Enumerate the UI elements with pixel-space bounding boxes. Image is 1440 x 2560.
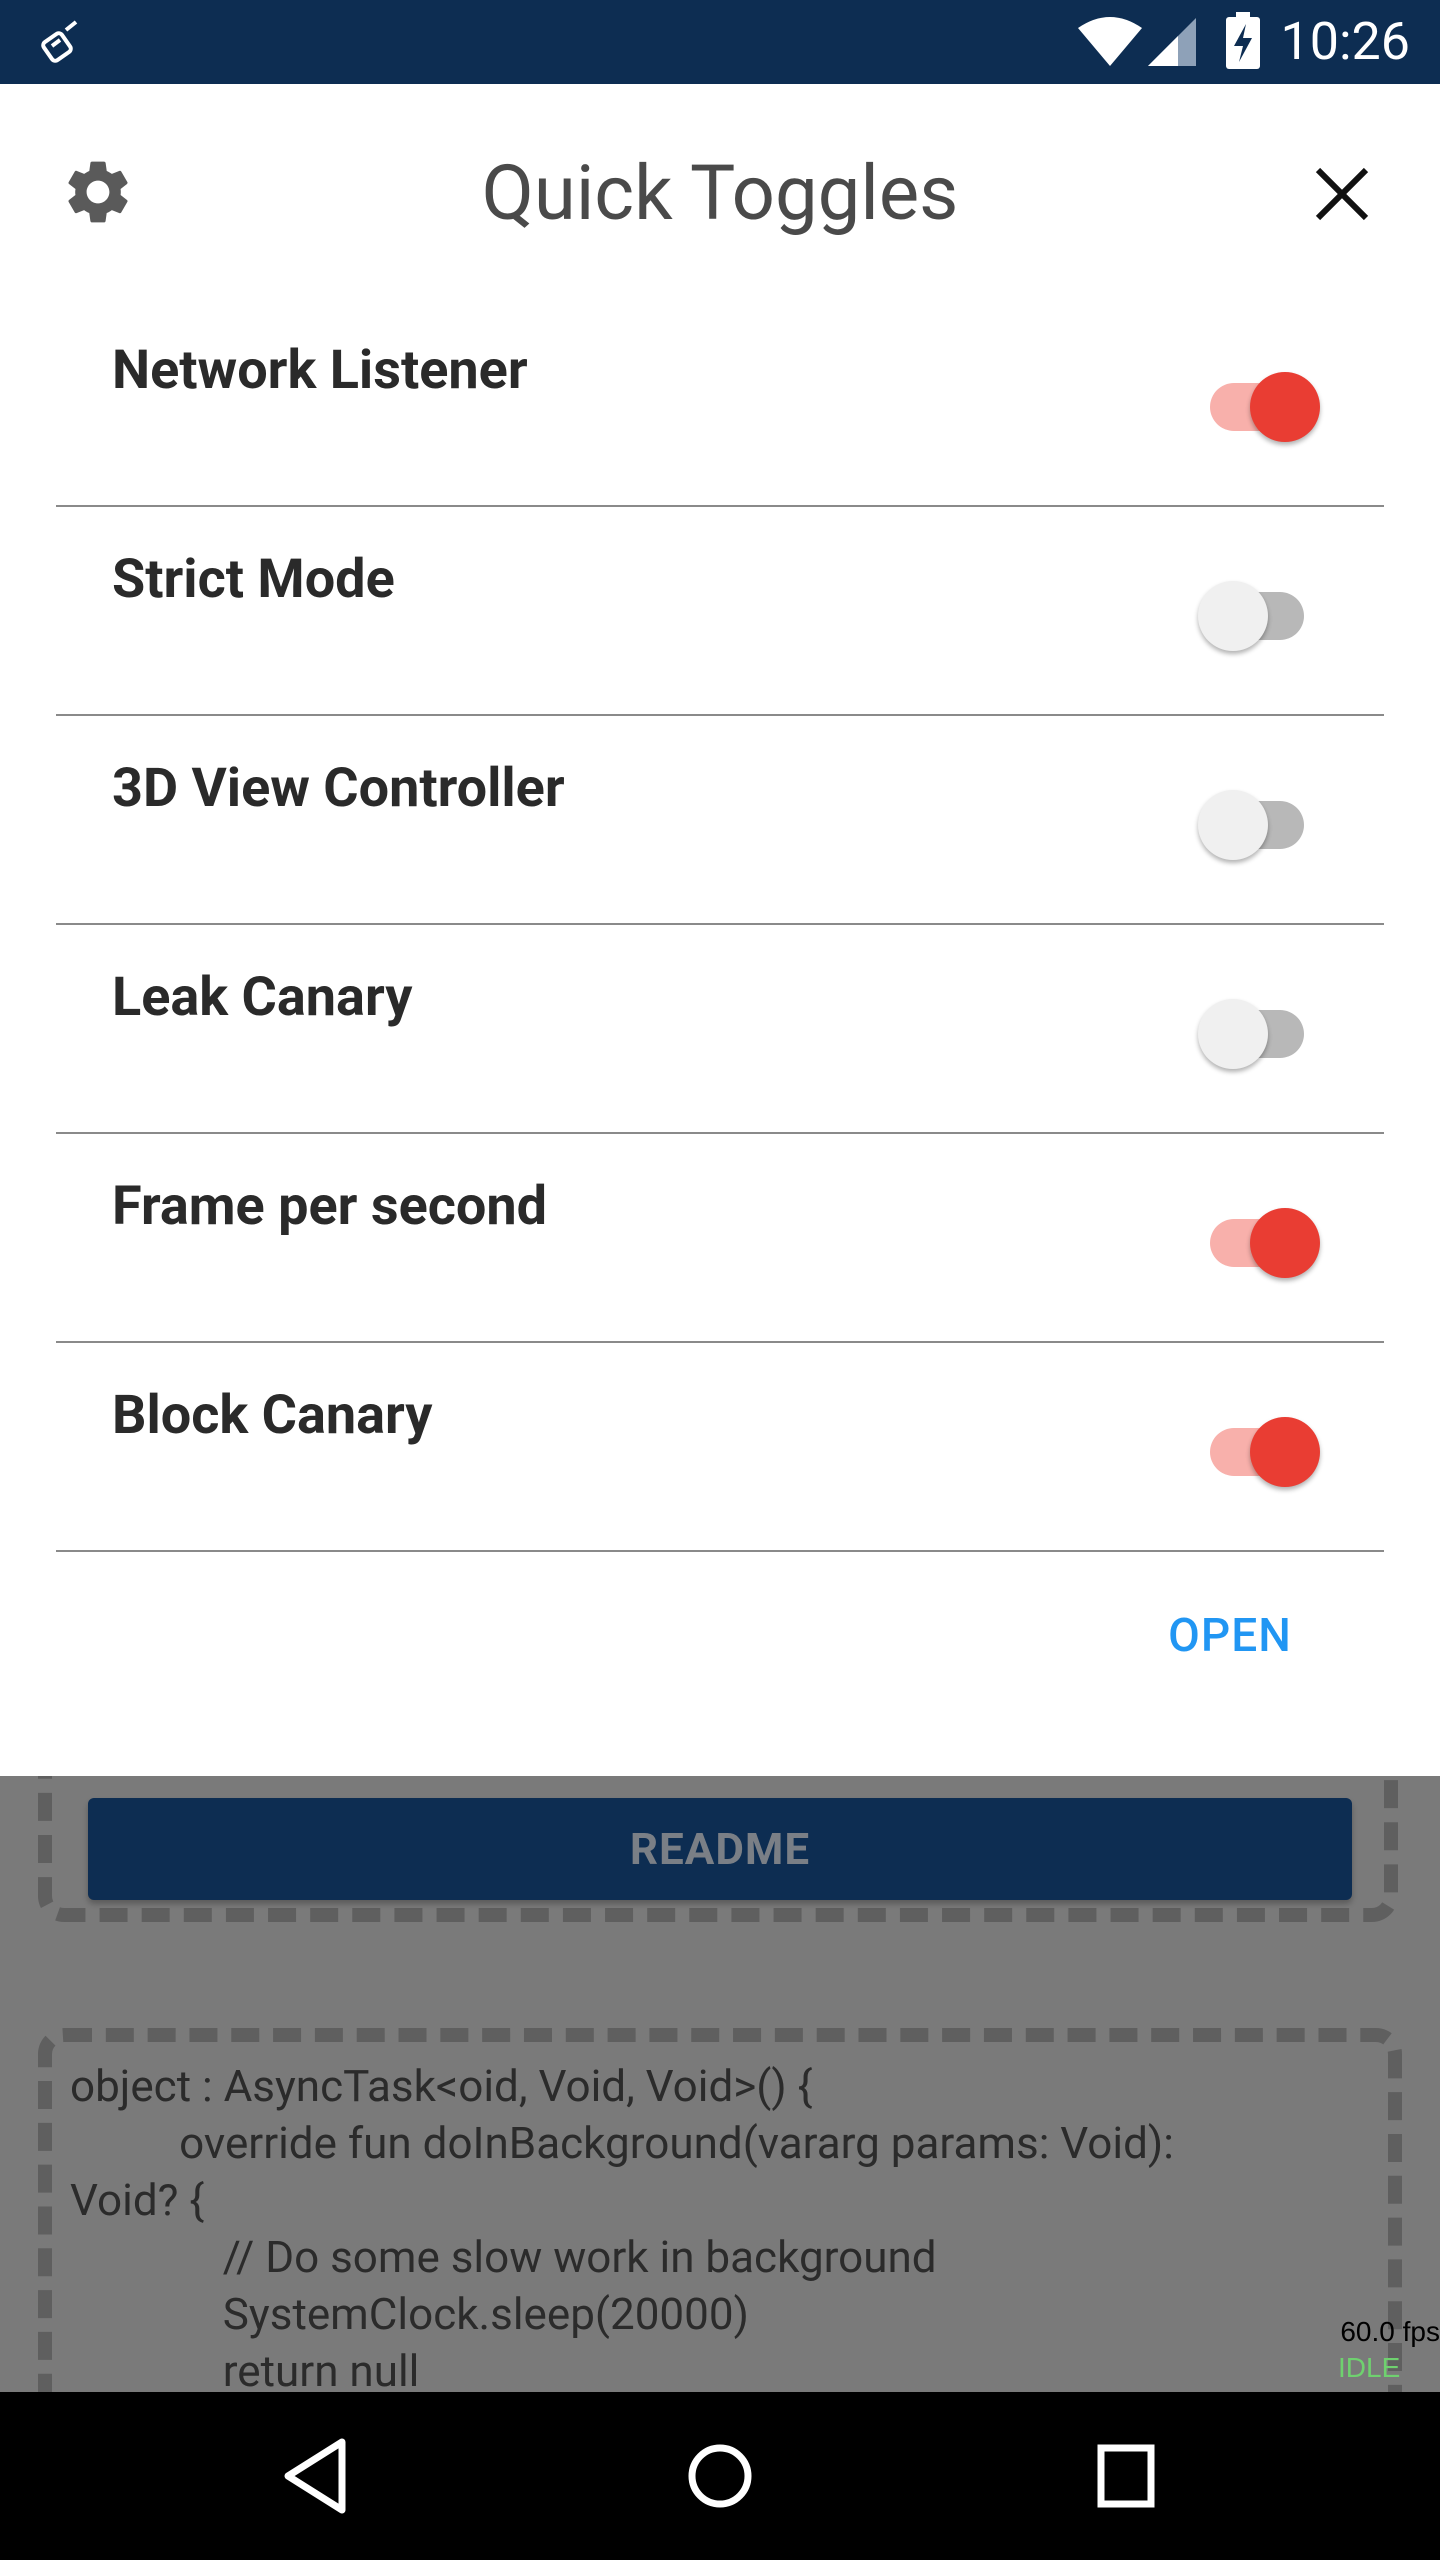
dialog-title: Quick Toggles — [481, 148, 959, 238]
toggle-label: Frame per second — [112, 1175, 548, 1238]
fps-counter: 60.0 fps — [1340, 2316, 1440, 2347]
toggle-label: Strict Mode — [112, 548, 395, 611]
leak-canary-switch[interactable] — [1198, 987, 1304, 1069]
toggle-label: 3D View Controller — [112, 757, 565, 820]
background-app: README object : AsyncTask<oid, Void, Voi… — [0, 1776, 1440, 2392]
back-icon[interactable] — [280, 2436, 352, 2516]
status-time: 10:26 — [1280, 11, 1411, 72]
navigation-bar — [0, 2392, 1440, 2560]
toggle-row-network-listener[interactable]: Network Listener — [56, 296, 1384, 507]
3d-view-controller-switch[interactable] — [1198, 778, 1304, 860]
toggle-label: Network Listener — [112, 339, 528, 402]
readme-button: README — [88, 1798, 1352, 1900]
toggle-label: Leak Canary — [112, 966, 413, 1029]
network-listener-switch[interactable] — [1198, 360, 1320, 442]
toggle-row-leak-canary[interactable]: Leak Canary — [56, 923, 1384, 1134]
debug-icon — [41, 20, 78, 63]
strict-mode-switch[interactable] — [1198, 569, 1304, 651]
toggle-row-frame-per-second[interactable]: Frame per second — [56, 1132, 1384, 1343]
open-button[interactable]: OPEN — [1140, 1596, 1320, 1676]
status-bar: 10:26 — [0, 0, 1440, 84]
toggle-row-block-canary[interactable]: Block Canary — [56, 1341, 1384, 1552]
quick-toggles-dialog: Quick Toggles Network Listener Strict Mo… — [0, 84, 1440, 1776]
wifi-icon — [1078, 17, 1142, 66]
toggle-row-strict-mode[interactable]: Strict Mode — [56, 505, 1384, 716]
close-icon[interactable] — [1310, 162, 1374, 226]
idle-indicator: IDLE — [1338, 2352, 1401, 2383]
toggle-label: Block Canary — [112, 1384, 433, 1447]
signal-icon — [1148, 18, 1196, 66]
code-snippet: object : AsyncTask<oid, Void, Void>() { … — [70, 2060, 1174, 2392]
frame-per-second-switch[interactable] — [1198, 1196, 1320, 1278]
recents-icon[interactable] — [1096, 2440, 1156, 2512]
toggle-row-3d-view-controller[interactable]: 3D View Controller — [56, 714, 1384, 925]
block-canary-switch[interactable] — [1198, 1405, 1320, 1487]
home-icon[interactable] — [686, 2436, 754, 2516]
battery-charging-icon — [1226, 12, 1260, 69]
